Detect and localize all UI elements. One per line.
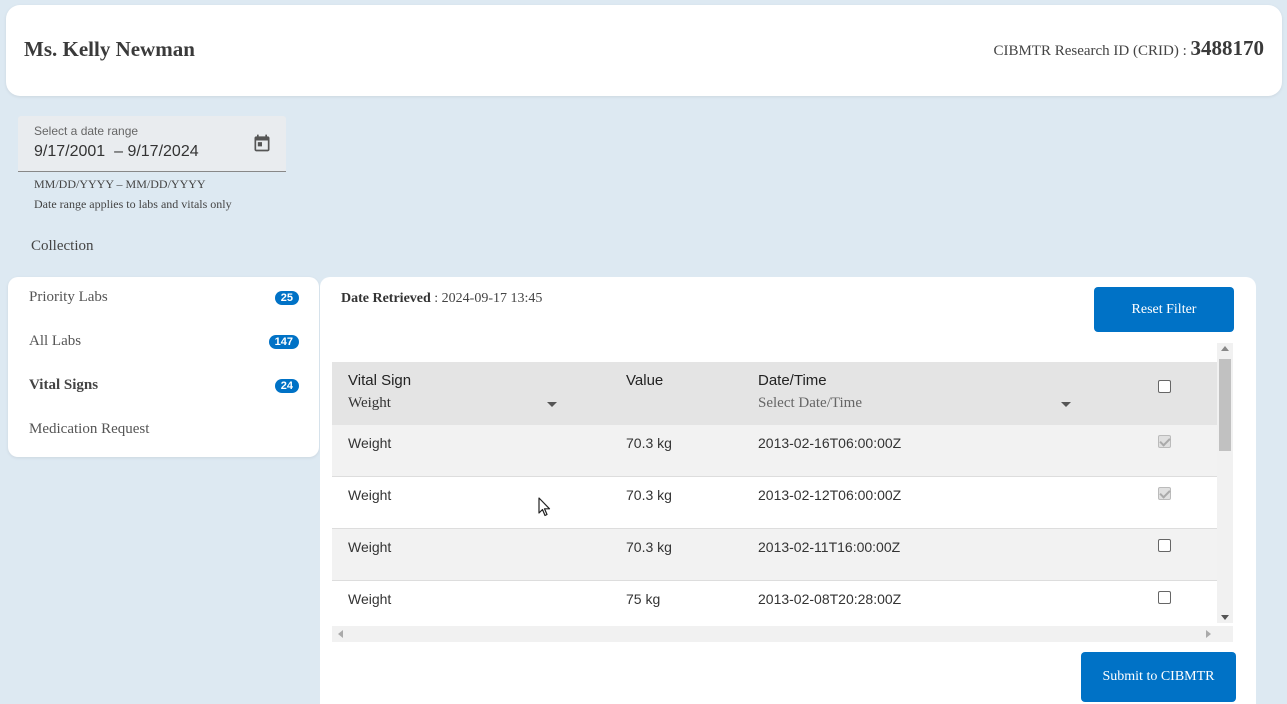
datetime-dropdown-icon[interactable] [1061,402,1071,407]
cell-datetime: 2013-02-16T06:00:00Z [758,435,902,451]
count-badge: 25 [274,291,299,305]
horizontal-scrollbar[interactable] [332,626,1233,642]
column-header-vital-sign[interactable]: Vital Sign [348,372,411,389]
cell-value: 75 kg [626,591,661,607]
sidebar-item-label: All Labs [29,333,82,349]
column-header-value[interactable]: Value [626,372,663,389]
date-retrieved-label: Date Retrieved [341,291,431,306]
cell-value: 70.3 kg [626,435,672,451]
cell-value: 70.3 kg [626,487,672,503]
cell-datetime: 2013-02-12T06:00:00Z [758,487,902,503]
cell-vital: Weight [348,539,392,555]
select-all-checkbox[interactable] [1158,380,1171,393]
row-checkbox[interactable] [1158,539,1171,552]
reset-filter-button[interactable]: Reset Filter [1094,287,1234,332]
patient-name: Ms. Kelly Newman [24,37,195,61]
cell-vital: Weight [348,591,392,607]
mouse-cursor-icon [538,497,551,517]
calendar-icon[interactable] [252,133,272,153]
table-row[interactable]: Weight 70.3 kg 2013-02-11T16:00:00Z [332,529,1217,581]
date-range-hint: MM/DD/YYYY – MM/DD/YYYY [34,177,206,191]
date-range-note: Date range applies to labs and vitals on… [34,197,232,211]
date-retrieved: Date Retrieved : 2024-09-17 13:45 [341,291,542,307]
collection-label: Collection [31,238,94,254]
table-row[interactable]: Weight 70.3 kg 2013-02-12T06:00:00Z [332,477,1217,529]
sidebar-item-vital-signs[interactable]: Vital Signs 24 [29,377,299,399]
sidebar-item-label: Vital Signs [29,377,99,393]
date-range-picker[interactable]: Select a date range 9/17/2001 – 9/17/202… [18,116,286,172]
date-range-end[interactable]: 9/17/2024 [127,143,198,160]
table-row[interactable]: Weight 70.3 kg 2013-02-16T06:00:00Z [332,425,1217,477]
vitals-table: Vital Sign Weight Value Date/Time Select… [332,362,1217,626]
cell-datetime: 2013-02-08T20:28:00Z [758,591,902,607]
sidebar: Priority Labs 25 All Labs 147 Vital Sign… [8,277,319,457]
datetime-filter[interactable]: Select Date/Time [758,395,862,412]
sidebar-item-label: Medication Request [29,421,150,437]
vertical-scrollbar[interactable] [1217,343,1233,623]
date-range-start[interactable]: 9/17/2001 [34,143,105,160]
scrollbar-thumb[interactable] [1219,359,1231,451]
row-checkbox[interactable] [1158,591,1171,604]
row-checkbox[interactable] [1158,487,1171,500]
table-header: Vital Sign Weight Value Date/Time Select… [332,362,1217,425]
sidebar-item-medication-request[interactable]: Medication Request [29,421,299,443]
table-row[interactable]: Weight 75 kg 2013-02-08T20:28:00Z [332,581,1217,626]
column-header-datetime[interactable]: Date/Time [758,372,827,389]
crid: CIBMTR Research ID (CRID) : 3488170 [993,36,1264,61]
cell-datetime: 2013-02-11T16:00:00Z [758,539,901,555]
cell-value: 70.3 kg [626,539,672,555]
scroll-up-icon[interactable] [1221,346,1229,351]
sidebar-item-all-labs[interactable]: All Labs 147 [29,333,299,355]
sidebar-item-label: Priority Labs [29,289,108,305]
date-retrieved-value: : 2024-09-17 13:45 [434,291,543,306]
date-range-separator: – [114,143,123,160]
scroll-down-icon[interactable] [1221,615,1229,620]
date-range-label: Select a date range [34,124,139,138]
cell-vital: Weight [348,435,392,451]
row-checkbox[interactable] [1158,435,1171,448]
scroll-right-icon[interactable] [1206,630,1211,638]
vitals-panel: Date Retrieved : 2024-09-17 13:45 Reset … [320,277,1256,704]
cell-vital: Weight [348,487,392,503]
patient-header: Ms. Kelly Newman CIBMTR Research ID (CRI… [6,5,1282,96]
scroll-left-icon[interactable] [338,630,343,638]
sidebar-item-priority-labs[interactable]: Priority Labs 25 [29,289,299,311]
vital-sign-filter[interactable]: Weight [348,395,391,412]
crid-value: 3488170 [1190,36,1265,60]
count-badge: 147 [268,335,299,349]
count-badge: 24 [274,379,299,393]
vital-sign-dropdown-icon[interactable] [547,402,557,407]
crid-label: CIBMTR Research ID (CRID) : [993,43,1187,59]
date-range-value[interactable]: 9/17/2001 – 9/17/2024 [34,143,199,161]
submit-button[interactable]: Submit to CIBMTR [1081,652,1236,702]
